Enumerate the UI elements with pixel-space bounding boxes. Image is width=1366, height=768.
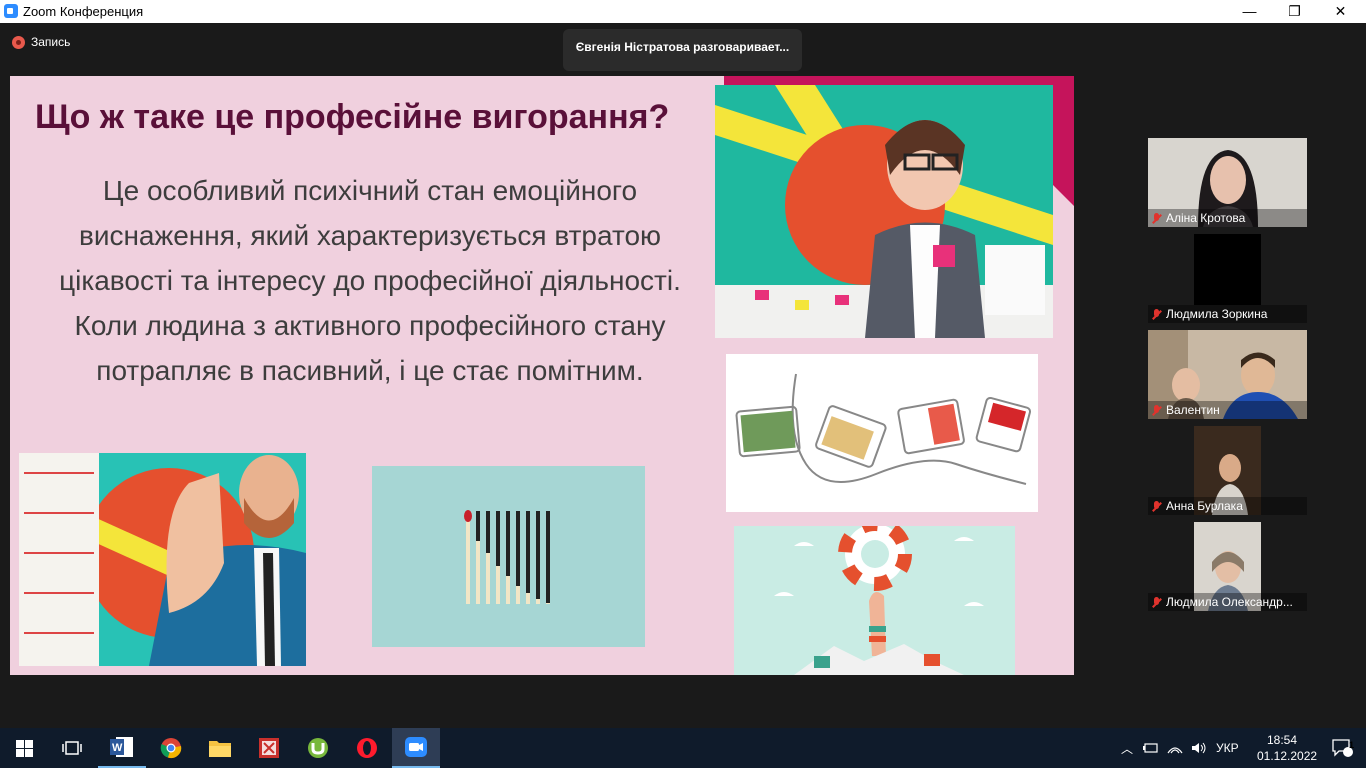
system-tray: ︿ УКР bbox=[1118, 728, 1239, 768]
word-icon: W bbox=[110, 737, 133, 757]
muted-mic-icon bbox=[1152, 212, 1161, 224]
meeting-area: Запись Євгенія Ністратова разговаривает.… bbox=[0, 23, 1366, 728]
notification-count: 1 bbox=[1349, 740, 1355, 750]
window-titlebar: Zoom Конференция — ❐ ✕ bbox=[0, 0, 1366, 23]
clock-date: 01.12.2022 bbox=[1257, 749, 1318, 763]
participant-name: Валентин bbox=[1166, 403, 1220, 417]
windows-taskbar: W ︿ УКР 18:54 01.12.2022 1 bbox=[0, 728, 1366, 768]
taskbar-pdf-reader[interactable] bbox=[245, 728, 293, 768]
participant-name: Аліна Кротова bbox=[1166, 211, 1246, 225]
participant-tile[interactable]: Аліна Кротова bbox=[1148, 138, 1307, 227]
pdf-icon bbox=[259, 738, 279, 758]
muted-mic-icon bbox=[1152, 596, 1161, 608]
slide-title: Що ж таке це професійне вигорання? bbox=[35, 98, 670, 136]
task-view-button[interactable] bbox=[48, 728, 96, 768]
show-hidden-icons-chevron-icon[interactable]: ︿ bbox=[1118, 740, 1136, 757]
recording-label: Запись bbox=[31, 35, 71, 49]
opera-icon bbox=[357, 738, 377, 758]
svg-text:W: W bbox=[112, 742, 123, 754]
participant-tile[interactable]: Людмила Зоркина bbox=[1148, 234, 1307, 323]
utorrent-icon bbox=[308, 738, 328, 758]
taskbar-zoom[interactable] bbox=[392, 728, 440, 768]
participant-name: Людмила Олександр... bbox=[1166, 595, 1293, 609]
start-button[interactable] bbox=[0, 728, 48, 768]
volume-icon[interactable] bbox=[1190, 741, 1208, 755]
clock-time: 18:54 bbox=[1266, 733, 1298, 747]
task-view-icon bbox=[62, 741, 82, 755]
windows-logo-icon bbox=[15, 739, 33, 757]
participant-name-tag: Анна Бурлака bbox=[1148, 497, 1307, 515]
slide-body-text: Це особливий психічний стан емоційного в… bbox=[59, 175, 681, 386]
batteries-image bbox=[726, 354, 1038, 512]
close-button[interactable]: ✕ bbox=[1318, 0, 1363, 23]
participant-name: Анна Бурлака bbox=[1166, 499, 1243, 513]
zoom-taskbar-icon bbox=[405, 737, 427, 757]
participant-name: Людмила Зоркина bbox=[1166, 307, 1268, 321]
zoom-icon bbox=[4, 4, 18, 18]
tired-man-image bbox=[19, 453, 306, 666]
participant-tile[interactable]: Валентин bbox=[1148, 330, 1307, 419]
window-title: Zoom Конференция bbox=[23, 4, 144, 19]
participant-name-tag: Аліна Кротова bbox=[1148, 209, 1307, 227]
participant-name-tag: Людмила Зоркина bbox=[1148, 305, 1307, 323]
taskbar-file-explorer[interactable] bbox=[196, 728, 244, 768]
taskbar-opera[interactable] bbox=[343, 728, 391, 768]
stressed-woman-image bbox=[715, 85, 1053, 338]
muted-mic-icon bbox=[1152, 308, 1161, 320]
muted-mic-icon bbox=[1152, 404, 1161, 416]
folder-icon bbox=[209, 741, 231, 757]
shared-slide: Що ж таке це професійне вигорання? Це ос… bbox=[10, 76, 1074, 675]
participant-name-tag: Людмила Олександр... bbox=[1148, 593, 1307, 611]
participant-name-tag: Валентин bbox=[1148, 401, 1307, 419]
participant-tile[interactable]: Людмила Олександр... bbox=[1148, 522, 1307, 611]
taskbar-clock[interactable]: 18:54 01.12.2022 bbox=[1257, 732, 1318, 764]
record-icon bbox=[12, 35, 25, 49]
minimize-button[interactable]: — bbox=[1227, 0, 1272, 23]
battery-icon[interactable] bbox=[1142, 741, 1160, 755]
active-speaker-banner: Євгенія Ністратова разговаривает... bbox=[563, 29, 802, 71]
participant-tile[interactable]: Анна Бурлака bbox=[1148, 426, 1307, 515]
burnt-matches-image bbox=[372, 466, 645, 647]
chrome-icon bbox=[160, 738, 182, 759]
muted-mic-icon bbox=[1152, 500, 1161, 512]
language-indicator[interactable]: УКР bbox=[1216, 741, 1239, 755]
wifi-icon[interactable] bbox=[1166, 741, 1184, 755]
taskbar-utorrent[interactable] bbox=[294, 728, 342, 768]
restore-button[interactable]: ❐ bbox=[1272, 0, 1317, 23]
taskbar-chrome[interactable] bbox=[147, 728, 195, 768]
participant-video-off bbox=[1194, 234, 1261, 305]
recording-indicator[interactable]: Запись bbox=[12, 35, 70, 49]
action-center-button[interactable]: 1 bbox=[1318, 728, 1366, 768]
taskbar-word[interactable]: W bbox=[98, 728, 146, 768]
lifebuoy-rescue-image bbox=[734, 526, 1015, 675]
